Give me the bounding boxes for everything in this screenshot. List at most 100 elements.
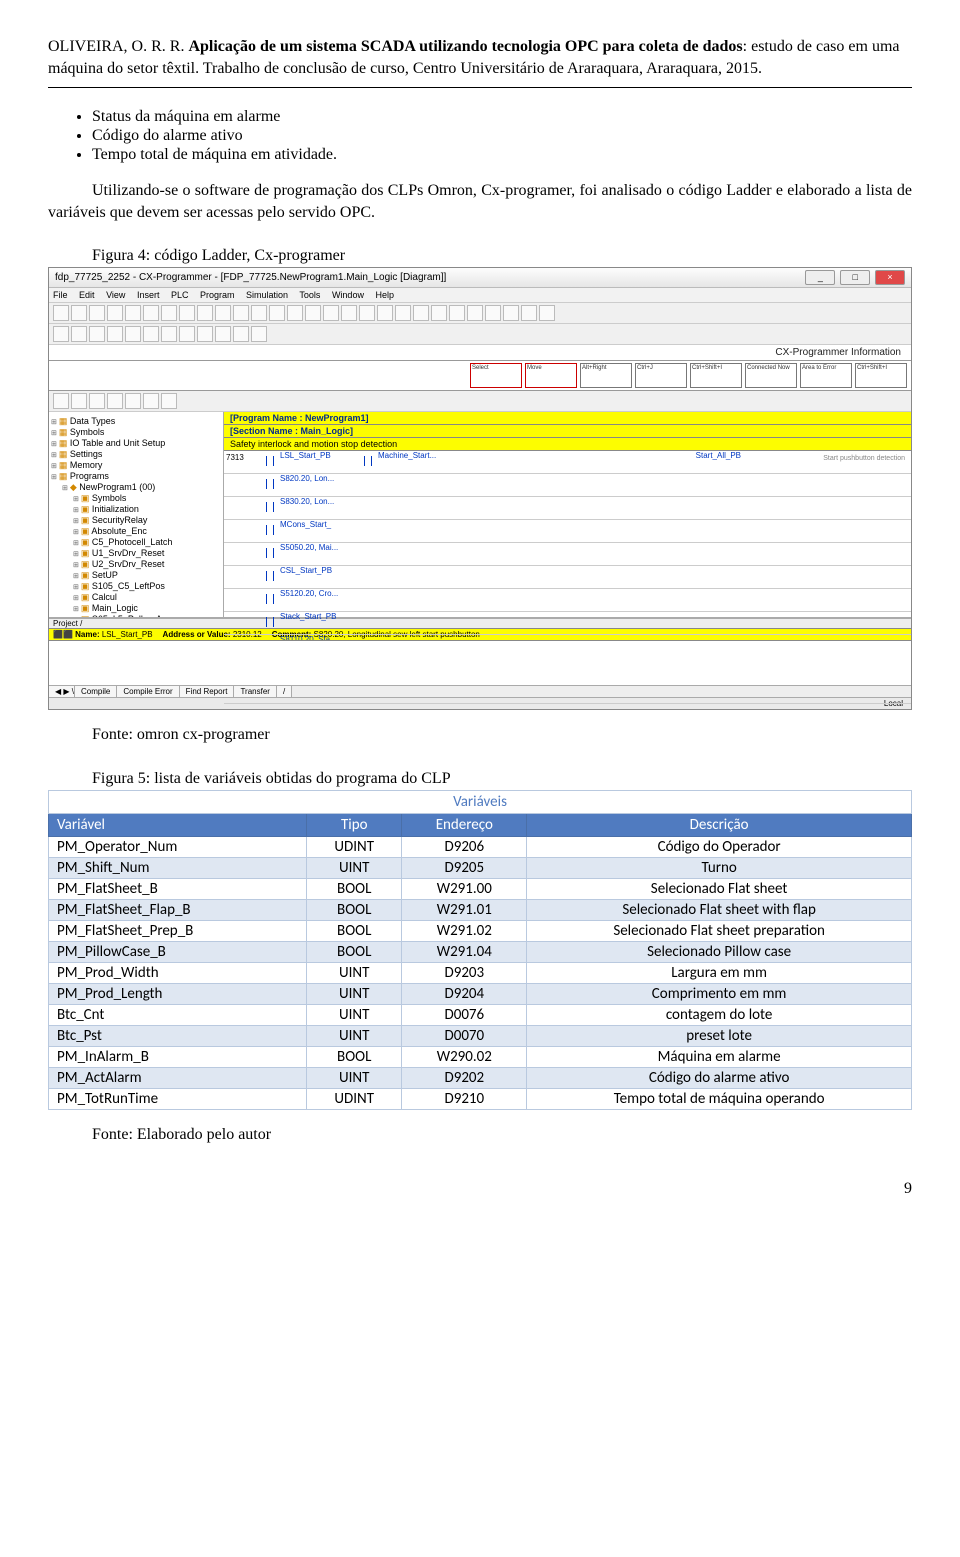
- author: OLIVEIRA, O. R. R.: [48, 38, 188, 55]
- toolbar-icon[interactable]: [179, 326, 195, 342]
- window-titlebar: fdp_77725_2252 - CX-Programmer - [FDP_77…: [49, 268, 911, 288]
- toolbar-icon[interactable]: [125, 326, 141, 342]
- cell-description: Selecionado Flat sheet: [527, 879, 912, 900]
- menu-item[interactable]: Insert: [137, 290, 160, 300]
- cell-address: D0076: [402, 1005, 527, 1026]
- toolbar-icon[interactable]: [323, 305, 339, 321]
- toolbar-icon[interactable]: [431, 305, 447, 321]
- ladder-rung[interactable]: S5120.20, Cro...: [224, 589, 911, 612]
- cell-address: D9202: [402, 1068, 527, 1089]
- toolbar-icon[interactable]: [89, 305, 105, 321]
- toolbar-icon[interactable]: [215, 305, 231, 321]
- contact-icon: [266, 456, 274, 466]
- maximize-button[interactable]: □: [840, 270, 870, 285]
- toolbar-icon[interactable]: [125, 393, 141, 409]
- toolbar-icon[interactable]: [341, 305, 357, 321]
- close-button[interactable]: ×: [875, 270, 905, 285]
- cell-description: contagem do lote: [527, 1005, 912, 1026]
- output-tab[interactable]: Compile: [75, 686, 117, 697]
- menu-item[interactable]: Tools: [299, 290, 320, 300]
- toolbar-icon[interactable]: [179, 305, 195, 321]
- toolbar-icon[interactable]: [359, 305, 375, 321]
- toolbar-icon[interactable]: [467, 305, 483, 321]
- toolbar-icon[interactable]: [413, 305, 429, 321]
- toolbar-icon[interactable]: [269, 305, 285, 321]
- toolbar-icon[interactable]: [521, 305, 537, 321]
- toolbar-icon[interactable]: [305, 305, 321, 321]
- menu-item[interactable]: Simulation: [246, 290, 288, 300]
- toolbar-icon[interactable]: [377, 305, 393, 321]
- menu-item[interactable]: View: [106, 290, 125, 300]
- ladder-rung[interactable]: S820.20, Lon...: [224, 474, 911, 497]
- folder-icon: ▦: [59, 460, 68, 470]
- output-tab[interactable]: Transfer: [234, 686, 277, 697]
- ladder-rung[interactable]: CSL_Start_PB: [224, 566, 911, 589]
- toolbar-icon[interactable]: [161, 305, 177, 321]
- toolbar-icon[interactable]: [251, 305, 267, 321]
- toolbar-icon[interactable]: [251, 326, 267, 342]
- folder-icon: ▦: [59, 449, 68, 459]
- ladder-rung[interactable]: S5050.20, Mai...: [224, 543, 911, 566]
- toolbar-icon[interactable]: [71, 305, 87, 321]
- ladder-rung[interactable]: S830.20, Lon...: [224, 497, 911, 520]
- toolbar-icon[interactable]: [143, 326, 159, 342]
- toolbar-icon[interactable]: [539, 305, 555, 321]
- table-row: PM_Operator_NumUDINTD9206Código do Opera…: [49, 837, 912, 858]
- cell-address: W291.04: [402, 942, 527, 963]
- cell-address: D9203: [402, 963, 527, 984]
- toolbar-icon[interactable]: [449, 305, 465, 321]
- toolbar-icon[interactable]: [395, 305, 411, 321]
- ladder-rung[interactable]: MCons_Start_: [224, 520, 911, 543]
- toolbar-icon[interactable]: [161, 326, 177, 342]
- body-paragraph: Utilizando-se o software de programação …: [48, 180, 912, 223]
- toolbar-icon[interactable]: [53, 305, 69, 321]
- toolbar-icon[interactable]: [503, 305, 519, 321]
- toolbar-icon[interactable]: [197, 305, 213, 321]
- menu-item[interactable]: PLC: [171, 290, 189, 300]
- toolbar-icon[interactable]: [53, 326, 69, 342]
- ladder-rung[interactable]: 7313LSL_Start_PBMachine_Start...Start_Al…: [224, 451, 911, 474]
- info-box: Ctrl+J: [635, 363, 687, 388]
- toolbar-icon[interactable]: [71, 393, 87, 409]
- header-separator: [48, 87, 912, 88]
- output-tab[interactable]: Find Report: [180, 686, 235, 697]
- toolbar-icon[interactable]: [107, 326, 123, 342]
- output-tab[interactable]: Compile Error: [117, 686, 179, 697]
- menu-item[interactable]: Edit: [79, 290, 95, 300]
- figure5-source: Fonte: Elaborado pelo autor: [48, 1126, 912, 1144]
- minimize-button[interactable]: _: [805, 270, 835, 285]
- toolbar-icon[interactable]: [143, 305, 159, 321]
- toolbar-icon[interactable]: [287, 305, 303, 321]
- toolbar-icon[interactable]: [53, 393, 69, 409]
- infobar: CX-Programmer Information: [49, 345, 911, 361]
- toolbar-icon[interactable]: [233, 326, 249, 342]
- output-tabs: ◀ ▶ \ Compile Compile Error Find Report …: [49, 685, 911, 697]
- toolbar-icon[interactable]: [143, 393, 159, 409]
- toolbar-icon[interactable]: [233, 305, 249, 321]
- col-header-description: Descrição: [527, 814, 912, 837]
- output-area: ◀ ▶ \ Compile Compile Error Find Report …: [49, 640, 911, 697]
- ladder-rung[interactable]: Stack_Start_PB: [224, 612, 911, 635]
- toolbar-icon[interactable]: [485, 305, 501, 321]
- ref-title: Aplicação de um sistema SCADA utilizando…: [188, 38, 742, 55]
- menu-item[interactable]: Program: [200, 290, 235, 300]
- ladder-diagram[interactable]: [Program Name : NewProgram1] [Section Na…: [224, 412, 911, 617]
- toolbar-icon[interactable]: [89, 326, 105, 342]
- table-row: Btc_CntUINTD0076contagem do lote: [49, 1005, 912, 1026]
- cell-type: UINT: [307, 963, 402, 984]
- menu-item[interactable]: Window: [332, 290, 364, 300]
- toolbar-icon[interactable]: [197, 326, 213, 342]
- toolbar-icon[interactable]: [71, 326, 87, 342]
- menu-item[interactable]: Help: [375, 290, 394, 300]
- toolbar-icon[interactable]: [161, 393, 177, 409]
- menu-item[interactable]: File: [53, 290, 68, 300]
- toolbar-icon[interactable]: [107, 305, 123, 321]
- toolbar-icon[interactable]: [89, 393, 105, 409]
- toolbar-icon[interactable]: [125, 305, 141, 321]
- contact-label: MCons_Start_: [280, 520, 331, 529]
- toolbar-icon[interactable]: [107, 393, 123, 409]
- tree-item: ▦ Memory: [51, 460, 221, 471]
- project-tree[interactable]: ▦ Data Types ▦ Symbols ▦ IO Table and Un…: [49, 412, 224, 617]
- toolbar-icon[interactable]: [215, 326, 231, 342]
- tree-item: ▣ S65_L5_Puller_Acc: [73, 614, 221, 617]
